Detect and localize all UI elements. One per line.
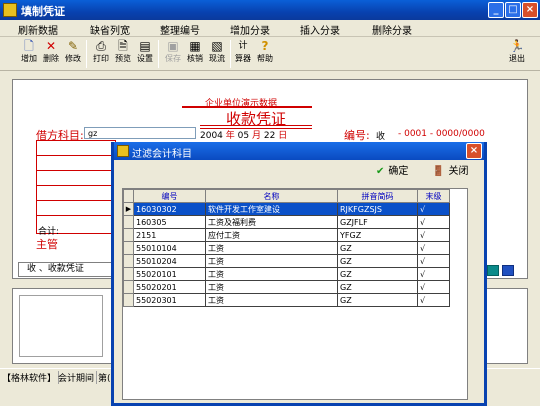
minimize-button[interactable]: _ (488, 2, 504, 18)
window-titlebar: 填制凭证 _ □ × (0, 0, 540, 20)
table-row[interactable]: 160305 工资及福利费 GZJFLF √ (123, 215, 450, 229)
help-icon: ? (261, 39, 269, 53)
grid-icon[interactable] (487, 265, 499, 276)
help-button[interactable]: ? 帮助 (254, 39, 276, 69)
table-row[interactable]: 55020301 工资 GZ √ (123, 293, 450, 307)
status-company: 【格林软件】 (2, 371, 60, 384)
new-doc-icon: 🗋 (24, 39, 34, 53)
maximize-button[interactable]: □ (505, 2, 521, 18)
debit-account-field[interactable] (84, 127, 196, 139)
voucher-entry-grid[interactable] (36, 140, 116, 234)
dialog-close-icon[interactable]: × (466, 143, 482, 159)
menu-bar: 刷新数据 缺省列宽 整理编号 增加分录 插入分录 删除分录 (0, 20, 540, 37)
edit-icon: ✎ (67, 39, 79, 53)
voucher-number-value: - 0001 - 0000/0000 (398, 129, 485, 139)
table-row[interactable]: 2151 应付工资 YFGZ √ (123, 228, 450, 242)
voucher-date[interactable]: 2004 年 05 月 22 日 (200, 128, 287, 141)
exit-icon: 🏃 (509, 39, 525, 53)
delete-button[interactable]: ✕ 删除 (40, 39, 62, 69)
settings-icon: ▤ (139, 39, 151, 53)
settings-button[interactable]: ▤ 设置 (134, 39, 156, 69)
row-pointer-icon: ▶ (123, 202, 134, 216)
save-button[interactable]: ▣ 保存 (162, 39, 184, 69)
door-icon: 🚪 (432, 166, 445, 177)
app-icon (3, 3, 17, 17)
verify-icon: ▦ (189, 39, 201, 53)
menu-delete-entry[interactable]: 删除分录 (372, 22, 412, 37)
title-underline (200, 125, 312, 126)
director-label: 主管 (36, 238, 58, 251)
col-pinyin[interactable]: 拼音简码 (337, 189, 418, 203)
cashflow-icon: ▧ (211, 39, 223, 53)
print-button[interactable]: ⎙ 打印 (90, 39, 112, 69)
menu-insert-entry[interactable]: 插入分录 (300, 22, 340, 37)
table-row[interactable]: 55020101 工资 GZ √ (123, 267, 450, 281)
col-leaf[interactable]: 末级 (417, 189, 450, 203)
accounts-grid[interactable]: 编号 名称 拼音简码 末级 ▶ 16030302 软件开发工作室建设 RJKFG… (122, 188, 468, 400)
printer-icon: ⎙ (96, 39, 106, 53)
toolbar: 🗋 增加 ✕ 删除 ✎ 修改 ⎙ 打印 🗎 预览 ▤ 设置 ▣ 保存 ▦ 核销 … (0, 37, 540, 71)
menu-refresh-data[interactable]: 刷新数据 (18, 22, 58, 37)
menu-add-entry[interactable]: 增加分录 (230, 22, 270, 37)
add-button[interactable]: 🗋 增加 (18, 39, 40, 69)
preview-button[interactable]: 🗎 预览 (112, 39, 134, 69)
list-icon[interactable] (502, 265, 514, 276)
table-row[interactable]: 55010204 工资 GZ √ (123, 254, 450, 268)
table-row[interactable]: ▶ 16030302 软件开发工作室建设 RJKFGZSJS √ (123, 202, 450, 216)
dialog-app-icon (117, 145, 129, 157)
ok-button[interactable]: ✔ 确定 (376, 164, 408, 180)
col-code[interactable]: 编号 (133, 189, 206, 203)
delete-x-icon: ✕ (45, 39, 57, 53)
verify-button[interactable]: ▦ 核销 (184, 39, 206, 69)
menu-renumber[interactable]: 整理编号 (160, 22, 200, 37)
grid-header: 编号 名称 拼音简码 末级 (123, 189, 450, 203)
close-dialog-button[interactable]: 🚪 关闭 (432, 164, 468, 180)
window-title: 填制凭证 (21, 5, 65, 18)
voucher-number-type: 收 (376, 132, 386, 142)
filter-accounts-dialog: 过滤会计科目 × ✔ 确定 🚪 关闭 编号 名称 拼音简码 末级 ▶ 16030… (111, 142, 487, 406)
edit-button[interactable]: ✎ 修改 (62, 39, 84, 69)
exit-button[interactable]: 🏃 退出 (506, 39, 528, 69)
table-row[interactable]: 55020201 工资 GZ √ (123, 280, 450, 294)
menu-default-width[interactable]: 缺省列宽 (90, 22, 130, 37)
dialog-title: 过滤会计科目 (132, 149, 192, 160)
summary-field[interactable]: 收 、收款凭证 (18, 262, 114, 277)
voucher-number-label: 编号: (344, 129, 370, 142)
debit-account-value: gz (88, 129, 98, 138)
preview-icon: 🗎 (118, 39, 128, 53)
table-row[interactable]: 55010104 工资 GZ √ (123, 241, 450, 255)
close-button[interactable]: × (522, 2, 538, 18)
col-name[interactable]: 名称 (205, 189, 338, 203)
calculator-icon: 计 (238, 41, 248, 51)
dialog-titlebar: 过滤会计科目 × (114, 142, 484, 160)
calculator-button[interactable]: 计 算器 (232, 39, 254, 69)
cashflow-button[interactable]: ▧ 现流 (206, 39, 228, 69)
status-period: 会计期间 (58, 371, 98, 384)
save-icon: ▣ (167, 39, 179, 53)
checkmark-icon: ✔ (376, 166, 385, 177)
